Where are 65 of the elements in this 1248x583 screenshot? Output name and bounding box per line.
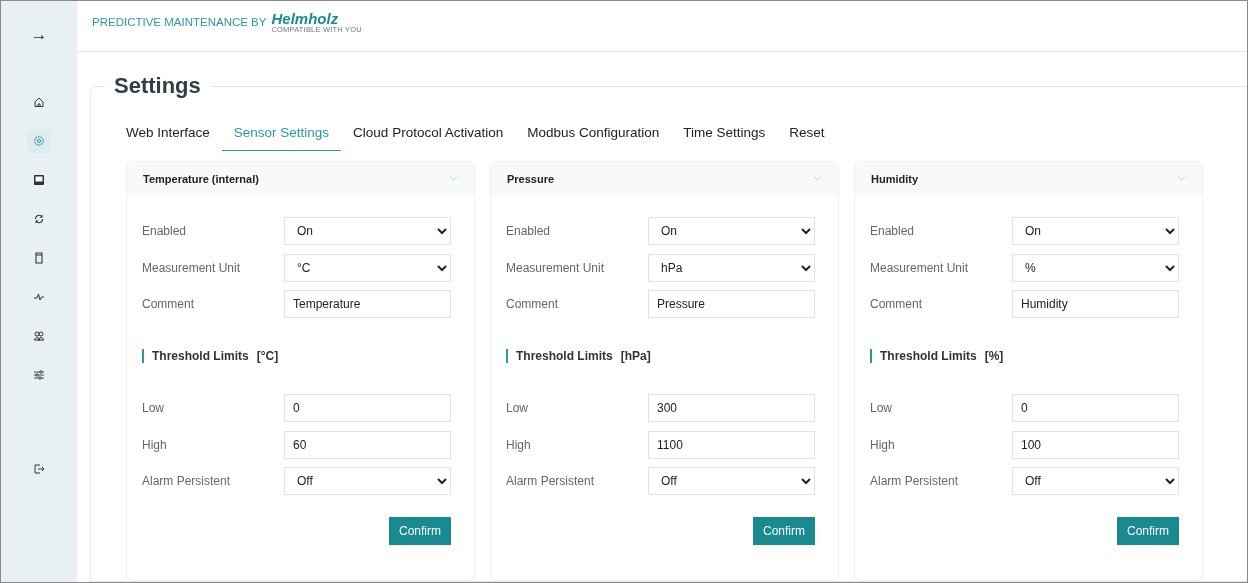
confirm-button[interactable]: Confirm — [753, 517, 815, 545]
dropdown-field[interactable]: On — [648, 217, 815, 245]
input-field[interactable]: 1100 — [648, 430, 815, 459]
field-label: Alarm Persistent — [142, 474, 231, 488]
tab[interactable]: Cloud Protocol Activation — [341, 117, 516, 151]
field-label: Enabled — [142, 224, 187, 238]
dropdown-field[interactable]: % — [1012, 253, 1179, 282]
dropdown-field[interactable]: Off — [1012, 467, 1179, 495]
dropdown-field[interactable]: Off — [648, 467, 815, 495]
field-label: Comment — [506, 297, 558, 311]
home-icon — [33, 96, 45, 108]
field-label: Alarm Persistent — [506, 474, 595, 488]
field-label: High — [142, 437, 167, 452]
input-field[interactable]: 60 — [284, 430, 451, 459]
field-label: Low — [506, 401, 528, 415]
input-field[interactable]: 0 — [284, 394, 451, 422]
monitor-icon — [33, 174, 45, 186]
card-header[interactable]: Humidity — [855, 162, 1202, 195]
input-field[interactable]: 100 — [1012, 430, 1179, 459]
card-header[interactable]: Temperature (internal) — [127, 162, 474, 195]
pulse-icon — [33, 291, 45, 303]
users-icon — [33, 330, 45, 342]
field-label: Comment — [870, 297, 922, 311]
sd-card-icon — [33, 252, 45, 264]
expand-sidebar-button[interactable]: → — [22, 21, 56, 49]
chevron-down-icon — [1177, 176, 1186, 181]
section-heading: Threshold Limits [%] — [870, 349, 1179, 363]
input-field[interactable]: Temperature — [284, 290, 451, 318]
field-label: Measurement Unit — [506, 260, 605, 275]
field-label: Low — [142, 401, 164, 415]
tab[interactable]: Time Settings — [671, 117, 778, 151]
tab[interactable]: Sensor Settings — [221, 117, 342, 151]
tab[interactable]: Modbus Configuration — [515, 117, 672, 151]
settings-icon — [33, 135, 45, 147]
field-label: Low — [870, 401, 892, 415]
input-field[interactable]: 0 — [1012, 394, 1179, 422]
dropdown-field[interactable]: On — [284, 217, 451, 245]
sliders-icon — [33, 369, 45, 381]
input-field[interactable]: Humidity — [1012, 290, 1179, 318]
logout-icon — [33, 463, 45, 475]
chevron-down-icon — [449, 176, 458, 181]
dropdown-field[interactable]: On — [1012, 217, 1179, 245]
field-label: High — [506, 437, 531, 452]
field-label: Measurement Unit — [142, 260, 241, 275]
sync-icon — [33, 213, 45, 225]
field-label: Comment — [142, 297, 194, 311]
section-heading: Threshold Limits [hPa] — [506, 349, 815, 363]
product-title: PREDICTIVE MAINTENANCE BY — [92, 16, 267, 28]
dropdown-field[interactable]: hPa — [648, 253, 815, 282]
dropdown-field[interactable]: °C — [284, 253, 451, 282]
input-field[interactable]: Pressure — [648, 290, 815, 318]
field-label: Alarm Persistent — [870, 474, 959, 488]
field-label: Measurement Unit — [870, 260, 969, 275]
dropdown-field[interactable]: Off — [284, 467, 451, 495]
tab[interactable]: Reset — [777, 117, 837, 151]
field-label: High — [870, 437, 895, 452]
field-label: Enabled — [506, 224, 551, 238]
confirm-button[interactable]: Confirm — [1117, 517, 1179, 545]
section-heading: Threshold Limits [°C] — [142, 349, 451, 363]
tab[interactable]: Web Interface — [126, 117, 222, 151]
field-label: Enabled — [870, 224, 915, 238]
chevron-down-icon — [813, 176, 822, 181]
card-header[interactable]: Pressure — [491, 162, 838, 195]
confirm-button[interactable]: Confirm — [389, 517, 451, 545]
input-field[interactable]: 300 — [648, 394, 815, 422]
